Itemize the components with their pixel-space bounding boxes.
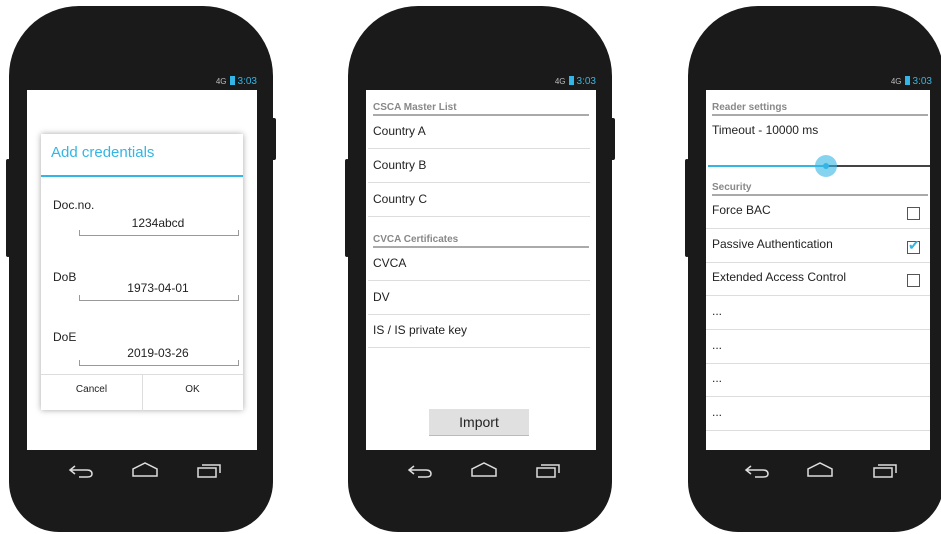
doe-field[interactable]: 2019-03-26 [79, 346, 237, 360]
recent-apps-icon[interactable] [534, 461, 562, 479]
list-item-label: DV [373, 290, 390, 304]
volume-button [685, 159, 689, 257]
list-item-label: Country B [373, 158, 427, 172]
status-bar: 4G 3:03 [27, 76, 257, 90]
home-icon[interactable] [806, 461, 834, 479]
security-section-header: Security [712, 182, 928, 196]
list-item-label: ... [712, 371, 723, 385]
screen-credentials: Add credentials Doc.no. 1234abcd DoB 197… [27, 90, 257, 450]
cancel-button[interactable]: Cancel [41, 375, 143, 411]
list-item-label: IS / IS private key [373, 323, 468, 337]
timeout-slider-thumb[interactable] [814, 155, 837, 177]
list-item-label: Country A [373, 124, 426, 138]
timeout-slider-fill [708, 165, 826, 167]
list-item[interactable]: Country B [368, 149, 590, 183]
doe-label: DoE [53, 330, 77, 344]
list-item[interactable]: Country A [368, 115, 590, 149]
network-indicator: 4G [215, 77, 227, 86]
status-bar: 4G 3:03 [366, 76, 596, 90]
force-bac-checkbox[interactable] [907, 207, 920, 220]
dob-label: DoB [53, 270, 77, 284]
csca-section-header: CSCA Master List [373, 102, 589, 116]
option-label: Force BAC [712, 203, 771, 217]
list-item-label: ... [712, 405, 723, 419]
screen-settings: Reader settings Timeout - 10000 ms Secur… [706, 90, 930, 450]
back-icon[interactable] [67, 461, 95, 479]
ok-button[interactable]: OK [142, 375, 243, 411]
cvca-section-header: CVCA Certificates [373, 234, 589, 248]
dialog-actions: Cancel OK [41, 374, 243, 411]
list-item[interactable]: Country C [368, 183, 590, 217]
list-item[interactable]: IS / IS private key [368, 314, 590, 348]
list-item-label: Country C [373, 192, 428, 206]
clock: 3:03 [576, 76, 596, 87]
dialog-title: Add credentials [51, 144, 155, 161]
option-label: Passive Authentication [712, 237, 833, 251]
screen-certificates: CSCA Master List Country A Country B Cou… [366, 90, 596, 450]
volume-button [345, 159, 349, 257]
phone-frame-credentials: Add credentials Doc.no. 1234abcd DoB 197… [6, 6, 276, 532]
recent-apps-icon[interactable] [871, 461, 899, 479]
power-button [271, 118, 276, 160]
doc-no-underline [79, 230, 239, 236]
extended-access-control-checkbox[interactable] [907, 274, 920, 287]
phone-frame-certificates: 4G 3:03 CSCA Master List Country A Countr… [345, 6, 615, 532]
list-item-label: ... [712, 304, 723, 318]
reader-settings-header: Reader settings [712, 102, 928, 116]
doc-no-label: Doc.no. [53, 198, 95, 212]
list-item[interactable]: DV [368, 281, 590, 315]
list-item[interactable]: Extended Access Control [706, 262, 930, 296]
power-button [610, 118, 615, 160]
battery-icon [568, 76, 574, 85]
battery-icon [904, 76, 910, 85]
timeout-label: Timeout - 10000 ms [712, 123, 819, 137]
passive-authentication-checkbox[interactable] [907, 237, 920, 254]
clock: 3:03 [912, 76, 932, 87]
phone-frame-settings: 4G 3:03 Reader settings Timeout - 10000 m… [685, 6, 941, 532]
list-item[interactable]: ... [706, 330, 930, 364]
slider-thumb-dot [822, 163, 829, 169]
dialog-title-divider [41, 175, 243, 177]
navigation-bar [688, 461, 941, 491]
list-item-label: CVCA [373, 256, 407, 270]
home-icon[interactable] [470, 461, 498, 479]
list-item[interactable]: Force BAC [706, 195, 930, 229]
doe-underline [79, 360, 239, 366]
list-item[interactable]: Passive Authentication [706, 229, 930, 263]
navigation-bar [348, 461, 612, 491]
back-icon[interactable] [406, 461, 434, 479]
list-item[interactable]: CVCA [368, 247, 590, 281]
network-indicator: 4G [890, 77, 902, 86]
clock: 3:03 [237, 76, 257, 87]
navigation-bar [9, 461, 273, 491]
volume-button [6, 159, 10, 257]
timeout-setting: Timeout - 10000 ms [706, 115, 930, 148]
list-item-label: ... [712, 338, 723, 352]
option-label: Extended Access Control [712, 270, 847, 284]
dob-underline [79, 295, 239, 301]
home-icon[interactable] [131, 461, 159, 479]
status-bar: 4G 3:03 [706, 76, 932, 90]
dob-field[interactable]: 1973-04-01 [79, 281, 237, 295]
doc-no-field[interactable]: 1234abcd [79, 216, 237, 230]
import-button[interactable]: Import [429, 409, 529, 436]
battery-icon [229, 76, 235, 85]
list-item[interactable]: ... [706, 397, 930, 431]
list-item[interactable]: ... [706, 363, 930, 397]
network-indicator: 4G [554, 77, 566, 86]
recent-apps-icon[interactable] [195, 461, 223, 479]
list-item[interactable]: ... [706, 296, 930, 330]
back-icon[interactable] [743, 461, 771, 479]
add-credentials-dialog: Add credentials Doc.no. 1234abcd DoB 197… [41, 134, 243, 411]
